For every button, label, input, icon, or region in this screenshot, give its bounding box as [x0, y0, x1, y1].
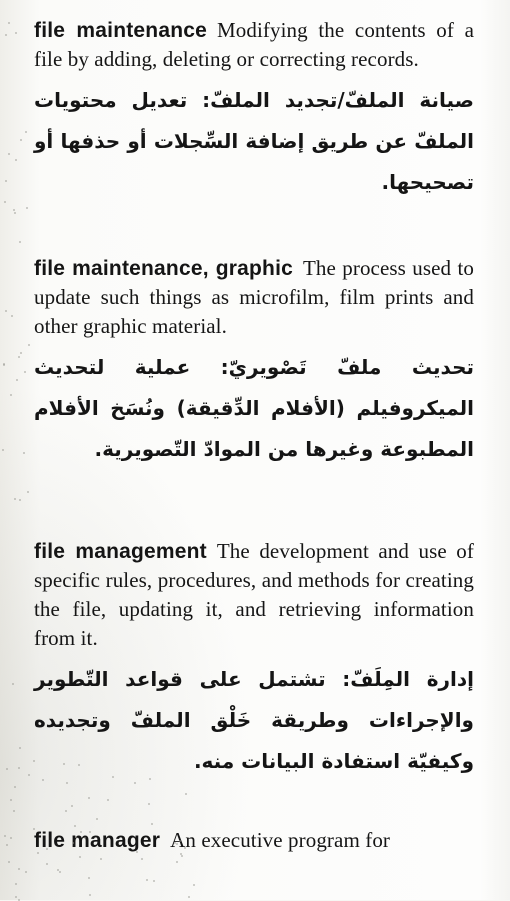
- dictionary-page: file maintenance Modifying the contents o…: [0, 0, 510, 901]
- scan-speck: [4, 835, 7, 838]
- scan-speck: [151, 823, 154, 826]
- scan-speck: [87, 796, 90, 799]
- scan-speck: [5, 768, 8, 771]
- dictionary-entry-file-manager: file manager An executive program for: [34, 826, 474, 855]
- scan-speck: [12, 809, 15, 812]
- scan-speck: [2, 448, 5, 451]
- scan-speck: [99, 858, 102, 861]
- scan-speck: [42, 778, 45, 781]
- english-definition-block: file maintenance Modifying the contents o…: [34, 16, 474, 74]
- scan-speck: [141, 857, 144, 860]
- scan-speck: [27, 490, 30, 493]
- scan-speck: [13, 209, 16, 212]
- scan-speck: [15, 883, 18, 886]
- scan-speck: [15, 31, 18, 34]
- scan-speck: [19, 746, 22, 749]
- scan-speck: [25, 871, 28, 874]
- scan-speck: [7, 21, 10, 24]
- scan-speck: [87, 877, 90, 880]
- scan-speck: [175, 842, 178, 845]
- scan-speck: [5, 309, 8, 312]
- scan-speck: [12, 683, 15, 685]
- scan-speck: [19, 499, 22, 502]
- scan-speck: [10, 837, 13, 840]
- dictionary-entry-file-maintenance: file maintenance Modifying the contents o…: [34, 16, 474, 203]
- scan-speck: [136, 850, 139, 853]
- scan-speck: [64, 810, 67, 813]
- entry-term: file management: [34, 540, 207, 563]
- scan-speck: [147, 802, 150, 805]
- scan-speck: [95, 818, 98, 821]
- scan-speck: [184, 846, 187, 849]
- scan-speck: [62, 763, 65, 766]
- scan-speck: [17, 868, 20, 871]
- scan-speck: [178, 839, 181, 842]
- scan-speck: [176, 861, 179, 864]
- scan-speck: [15, 896, 18, 899]
- scan-speck: [46, 862, 49, 865]
- scan-speck: [66, 781, 69, 784]
- scan-speck: [5, 33, 8, 36]
- scan-speck: [83, 837, 86, 840]
- scan-speck: [5, 844, 8, 847]
- scan-speck: [71, 842, 74, 844]
- arabic-translation: تحديث ملفّ تَصْويريّ: عملية لتحديث الميك…: [34, 355, 474, 461]
- scan-speck: [78, 856, 81, 859]
- scan-speck: [107, 799, 110, 802]
- scan-speck: [88, 893, 91, 896]
- scan-speck: [5, 180, 8, 183]
- entry-definition: An executive program for: [170, 828, 391, 852]
- scan-speck: [145, 879, 148, 882]
- scan-speck: [70, 804, 73, 807]
- english-definition-block: file manager An executive program for: [34, 826, 474, 855]
- scan-speck: [19, 241, 22, 244]
- scan-speck: [187, 895, 190, 898]
- scan-speck: [8, 153, 11, 156]
- scan-speck: [181, 854, 184, 857]
- scan-speck: [13, 786, 16, 789]
- scan-speck: [3, 364, 6, 367]
- scan-speck: [59, 870, 62, 873]
- scan-speck: [8, 860, 10, 863]
- scan-speck: [14, 212, 17, 215]
- scan-speck: [25, 131, 28, 134]
- scan-speck: [193, 884, 196, 887]
- arabic-translation: صيانة الملفّ/تجديد الملفّ: تعديل محتويات…: [34, 88, 474, 194]
- entry-term: file maintenance, graphic: [34, 257, 293, 280]
- dictionary-entry-file-management: file management The development and use o…: [34, 537, 474, 782]
- english-definition-block: file maintenance, graphic The process use…: [34, 254, 474, 341]
- entry-term: file maintenance: [34, 19, 208, 42]
- scan-speck: [26, 206, 29, 209]
- scan-speck: [36, 852, 39, 855]
- scan-speck: [10, 799, 13, 802]
- scan-speck: [10, 315, 13, 318]
- scan-speck: [153, 880, 156, 883]
- arabic-translation: إدارة المِلَفّ: تشتمل على قواعد التّطوير…: [34, 667, 474, 773]
- scan-speck: [23, 452, 26, 454]
- scan-speck: [185, 793, 188, 796]
- scan-speck: [13, 498, 16, 500]
- scan-speck: [27, 774, 30, 777]
- scan-speck: [17, 355, 20, 358]
- english-definition-block: file management The development and use o…: [34, 537, 474, 653]
- scan-speck: [88, 830, 91, 833]
- entry-term: file manager: [34, 829, 161, 852]
- scan-speck: [32, 827, 35, 830]
- scan-speck: [28, 344, 31, 347]
- scan-speck: [134, 782, 137, 785]
- scan-speck: [45, 847, 48, 850]
- scan-speck: [4, 201, 7, 204]
- scan-speck: [19, 138, 22, 141]
- scan-speck: [9, 394, 12, 397]
- scan-speck: [15, 379, 18, 382]
- scan-speck: [24, 370, 27, 373]
- scan-speck: [18, 766, 21, 769]
- scan-speck: [14, 158, 17, 161]
- scan-speck: [19, 352, 22, 355]
- dictionary-entry-file-maintenance-graphic: file maintenance, graphic The process use…: [34, 254, 474, 470]
